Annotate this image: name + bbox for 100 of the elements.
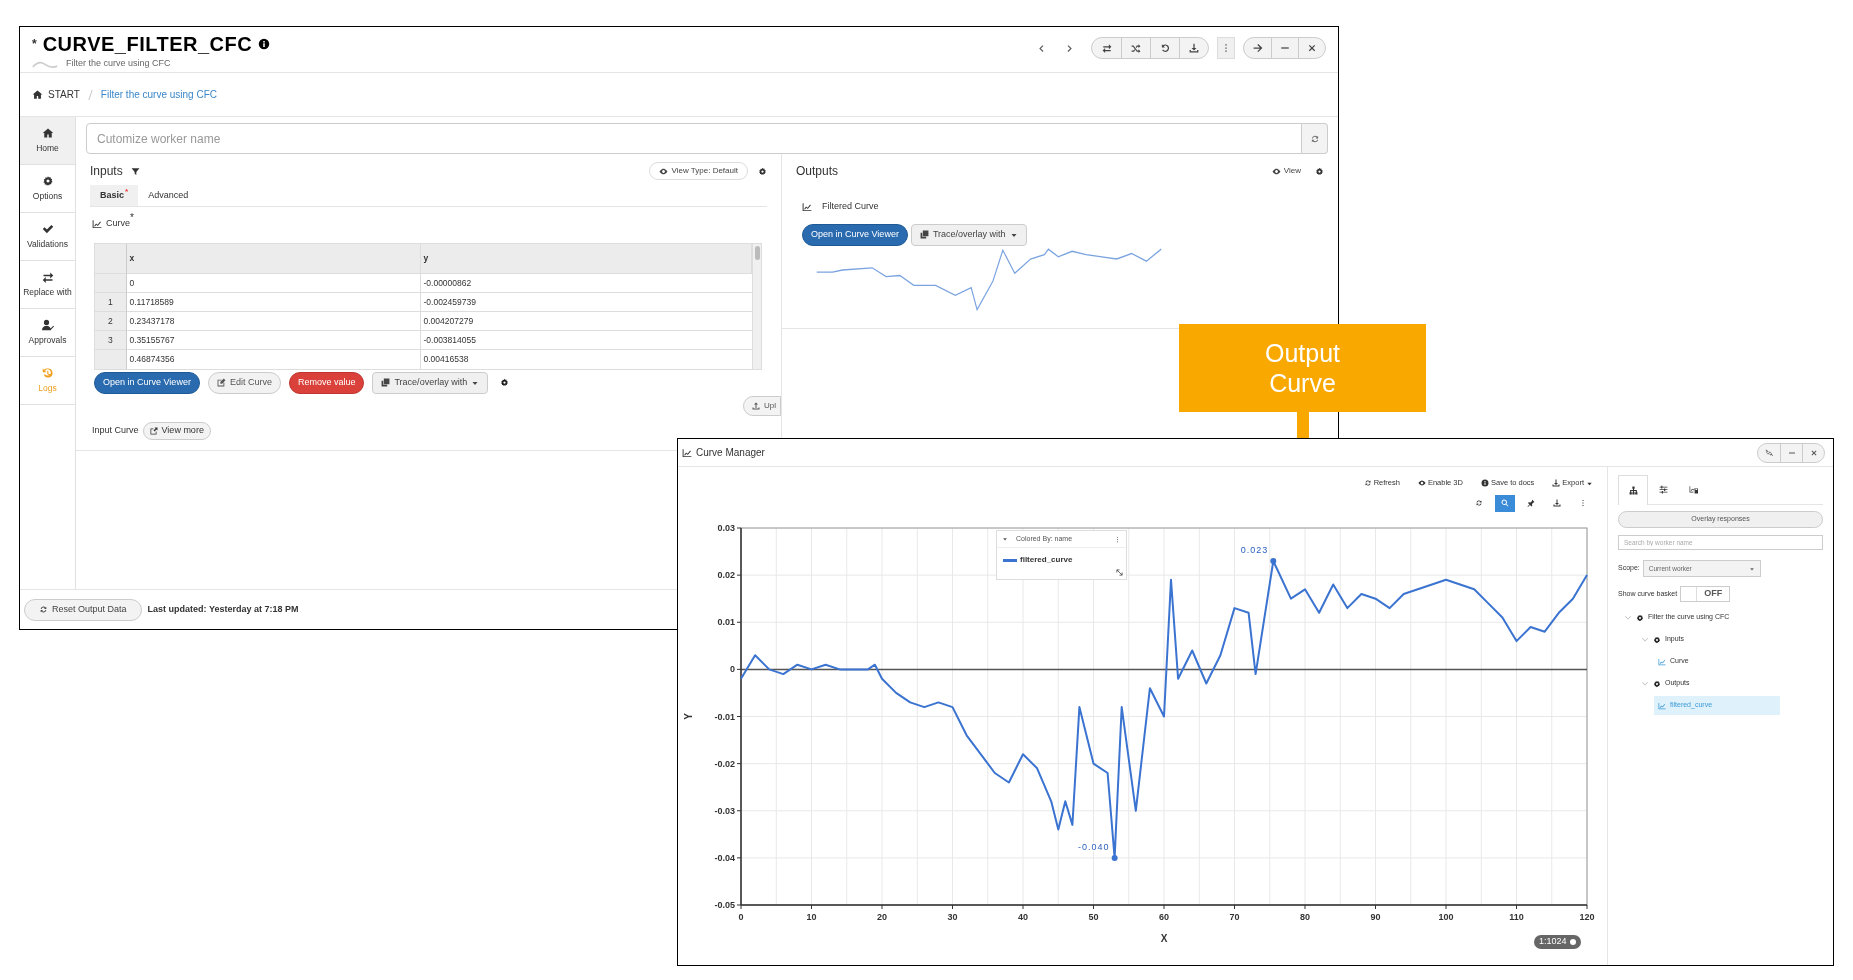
x-tick-label: 50 bbox=[1088, 912, 1099, 922]
more-icon[interactable] bbox=[1114, 535, 1121, 543]
column-header: x bbox=[126, 243, 420, 274]
gear-icon[interactable] bbox=[1315, 166, 1324, 176]
x-axis-label: X bbox=[1160, 933, 1168, 944]
info-icon bbox=[1480, 479, 1489, 487]
x-tick-label: 30 bbox=[947, 912, 958, 922]
upload-icon bbox=[752, 401, 760, 410]
section-title: Outputs bbox=[796, 163, 839, 180]
y-tick-label: -0.03 bbox=[714, 805, 735, 816]
y-tick-label: -0.01 bbox=[714, 711, 735, 722]
window-title: Curve Manager bbox=[696, 446, 765, 460]
chevron-down-icon bbox=[1641, 679, 1649, 688]
scrollbar-thumb[interactable] bbox=[754, 245, 760, 260]
resize-icon[interactable] bbox=[1116, 569, 1123, 576]
table-cell: 0.004207279 bbox=[420, 311, 752, 331]
edit-icon bbox=[216, 378, 226, 387]
info-icon[interactable] bbox=[258, 38, 271, 50]
breadcrumb-link[interactable]: START bbox=[32, 87, 80, 102]
zoom-button[interactable] bbox=[1495, 494, 1515, 512]
gear-icon bbox=[1653, 679, 1661, 688]
gear-icon bbox=[1636, 613, 1644, 622]
filter-icon[interactable] bbox=[130, 166, 140, 176]
download-icon bbox=[1552, 479, 1561, 487]
x-tick-label: 40 bbox=[1018, 912, 1028, 922]
section-title: Inputs bbox=[90, 163, 123, 180]
line-chart-icon bbox=[92, 218, 102, 229]
zoom-ratio-badge: 1:1024 bbox=[1534, 935, 1581, 949]
line-chart-icon bbox=[682, 447, 692, 458]
y-tick-label: -0.04 bbox=[714, 852, 735, 863]
table-cell: 0.46874356 bbox=[126, 349, 420, 369]
pin-icon bbox=[1527, 499, 1535, 507]
x-tick-label: 10 bbox=[806, 912, 817, 922]
edit-curve-button[interactable]: Edit Curve bbox=[207, 371, 281, 394]
table-cell: 0 bbox=[126, 273, 420, 293]
remove-value-button[interactable]: Remove value bbox=[288, 371, 365, 394]
trace-overlay-dropdown[interactable]: Trace/overlay with bbox=[910, 223, 1027, 246]
hierarchy-icon bbox=[1628, 486, 1638, 495]
home-icon bbox=[32, 89, 43, 100]
download-icon bbox=[1553, 499, 1561, 507]
refresh-icon bbox=[1475, 499, 1483, 507]
sidebar-item[interactable]: Home bbox=[20, 117, 75, 165]
eye-icon bbox=[658, 166, 668, 176]
breadcrumb-separator-icon bbox=[87, 89, 93, 100]
tab[interactable]: Advanced bbox=[138, 185, 199, 206]
x-tick-label: 0 bbox=[738, 912, 744, 922]
hierarchy-tab[interactable] bbox=[1618, 475, 1648, 505]
open-viewer-button[interactable]: Open in Curve Viewer bbox=[94, 371, 200, 394]
chevron-down-icon bbox=[1641, 635, 1649, 644]
x-tick-label: 20 bbox=[877, 912, 887, 922]
output-label: Filtered Curve bbox=[822, 200, 879, 213]
x-tick-label: 60 bbox=[1159, 912, 1169, 922]
line-chart-icon bbox=[1658, 701, 1666, 710]
view-more-button[interactable]: View more bbox=[142, 421, 211, 440]
sliders-icon bbox=[1658, 485, 1668, 494]
y-tick-label: -0.02 bbox=[714, 758, 735, 769]
breadcrumb-link[interactable]: Filter the curve using CFC bbox=[100, 87, 217, 102]
download-icon bbox=[1189, 43, 1199, 53]
close-icon bbox=[1307, 43, 1317, 53]
copy-icon bbox=[919, 230, 929, 239]
x-tick-label: 110 bbox=[1509, 912, 1524, 922]
upload-button[interactable]: Upl bbox=[743, 395, 781, 416]
row-number: 3 bbox=[95, 330, 126, 350]
y-tick-label: -0.05 bbox=[714, 900, 735, 910]
y-axis-label: Y bbox=[683, 713, 694, 720]
reset-output-button[interactable]: Reset Output Data bbox=[24, 598, 142, 621]
worker-name-field[interactable]: Cutomize worker name bbox=[86, 123, 1302, 154]
gear-icon bbox=[1653, 635, 1661, 644]
x-tick-label: 100 bbox=[1438, 912, 1454, 922]
chevron-down-icon bbox=[1624, 613, 1632, 622]
refresh-icon bbox=[39, 605, 48, 614]
x-tick-label: 80 bbox=[1300, 912, 1310, 922]
copy-icon bbox=[381, 378, 391, 387]
x-tick-label: 70 bbox=[1229, 912, 1240, 922]
external-link-icon bbox=[149, 426, 158, 435]
basket-toggle[interactable]: OFF bbox=[1680, 586, 1731, 602]
logo-icon bbox=[32, 59, 58, 69]
gear-icon[interactable] bbox=[500, 378, 510, 387]
y-tick-label: 0.02 bbox=[717, 570, 735, 581]
caret-icon bbox=[1748, 565, 1755, 572]
swap-arrows-icon bbox=[1101, 43, 1112, 53]
data-point bbox=[1270, 558, 1277, 564]
input-curve-label: Input Curve bbox=[92, 423, 139, 437]
trace-overlay-dropdown[interactable]: Trace/overlay with bbox=[372, 371, 489, 394]
table-cell: -0.00000862 bbox=[420, 273, 752, 293]
table-cell: 0.11718589 bbox=[126, 292, 420, 312]
row-number: 2 bbox=[95, 311, 126, 331]
refresh-icon bbox=[1363, 479, 1372, 487]
undo-icon bbox=[1160, 43, 1170, 53]
table-cell: 0.23437178 bbox=[126, 311, 420, 331]
view-button[interactable]: View bbox=[1271, 165, 1301, 177]
gear-icon[interactable] bbox=[758, 166, 767, 176]
tab[interactable]: Basic$^{*}$ bbox=[90, 185, 139, 206]
arrow-right-icon bbox=[1252, 43, 1263, 53]
shuffle-icon bbox=[1131, 43, 1141, 53]
open-viewer-button[interactable]: Open in Curve Viewer bbox=[802, 223, 908, 246]
chevron-left-icon bbox=[1036, 43, 1046, 53]
refresh-button[interactable] bbox=[1302, 123, 1328, 154]
callout-label: Output Curve bbox=[1179, 324, 1426, 412]
caret-icon[interactable] bbox=[1002, 536, 1008, 542]
